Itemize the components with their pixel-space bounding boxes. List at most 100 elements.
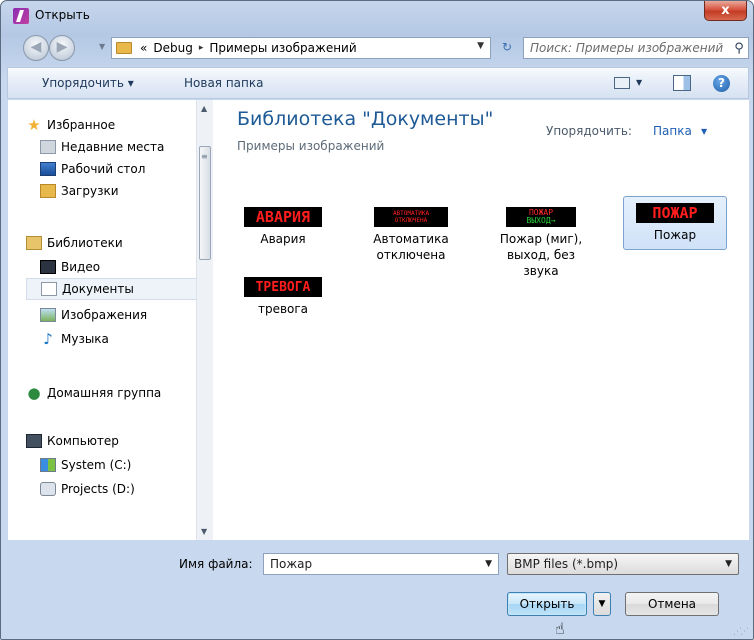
address-dropdown-icon[interactable]: ▼: [477, 41, 484, 51]
navigation-scrollbar[interactable]: ▲ ≡ ▼: [196, 100, 213, 540]
help-icon[interactable]: ?: [713, 75, 730, 92]
file-thumbnail: АВАРИЯ: [244, 207, 322, 227]
new-folder-button[interactable]: Новая папка: [184, 76, 263, 90]
sidebar-item-label: Загрузки: [61, 184, 119, 198]
navigation-pane: ★ Избранное Недавние места Рабочий стол …: [8, 100, 211, 540]
file-list-pane: Библиотека "Документы" Примеры изображен…: [213, 100, 749, 540]
sidebar-item-label: Музыка: [61, 332, 109, 346]
sidebar-item-downloads[interactable]: Загрузки: [40, 180, 119, 202]
sidebar-item-favorites[interactable]: ★ Избранное: [26, 114, 115, 136]
sidebar-item-computer[interactable]: Компьютер: [26, 430, 119, 452]
file-name: Пожар: [653, 228, 697, 242]
window-title: Открыть: [35, 8, 90, 22]
sidebar-item-label: Документы: [62, 282, 134, 296]
close-button[interactable]: x: [704, 1, 747, 21]
sidebar-item-label: Библиотеки: [47, 236, 123, 250]
thumbnail-line: ВЫХОД→: [526, 216, 556, 225]
search-icon[interactable]: ⚲: [730, 41, 748, 56]
thumbnail-line: АВТОМАТИКА: [392, 210, 430, 217]
address-bar[interactable]: « Debug ▸ Примеры изображений ▼: [111, 37, 491, 59]
thumbnail-line: ОТКЛЮЧЕНА: [394, 217, 428, 224]
library-title: Библиотека "Документы": [237, 108, 494, 130]
file-item-avariya[interactable]: АВАРИЯ Авария: [231, 200, 335, 260]
system-drive-icon: [40, 458, 56, 472]
file-item-fire-exit[interactable]: ПОЖАР ВЫХОД→ Пожар (миг), выход, без зву…: [489, 200, 593, 278]
breadcrumb-overflow[interactable]: «: [140, 41, 147, 55]
sidebar-item-label: Видео: [61, 260, 101, 274]
views-icon[interactable]: [614, 77, 630, 89]
search-box[interactable]: Поиск: Примеры изображений ⚲: [523, 37, 749, 59]
file-thumbnail: ПОЖАР: [636, 203, 714, 223]
sidebar-item-libraries[interactable]: Библиотеки: [26, 232, 123, 254]
views-dropdown-icon[interactable]: ▼: [636, 78, 642, 87]
sidebar-item-label: Изображения: [61, 308, 148, 322]
file-name: Автоматика отключена: [373, 232, 449, 262]
title-bar[interactable]: Открыть x: [1, 1, 753, 31]
file-item-pozhar[interactable]: ПОЖАР Пожар: [623, 196, 727, 250]
downloads-folder-icon: [40, 184, 56, 198]
filetype-value: BMP files (*.bmp): [514, 557, 619, 571]
forward-button[interactable]: ▶: [49, 35, 75, 61]
sidebar-item-documents[interactable]: Документы: [26, 278, 202, 300]
sidebar-item-desktop[interactable]: Рабочий стол: [40, 158, 145, 180]
file-thumbnail: ТРЕВОГА: [244, 277, 322, 297]
file-name: Пожар (миг), выход, без звука: [499, 232, 583, 278]
refresh-button[interactable]: ↻: [495, 38, 519, 58]
sidebar-item-pictures[interactable]: Изображения: [40, 304, 147, 326]
desktop-icon: [40, 162, 56, 176]
dialog-footer: Имя файла: Пожар ▼ BMP files (*.bmp) ▼ О…: [7, 541, 749, 638]
sidebar-item-label: Рабочий стол: [61, 162, 146, 176]
drive-icon: [40, 482, 56, 496]
navigation-bar: ◀ ▶ ▼ « Debug ▸ Примеры изображений ▼ ↻ …: [7, 33, 749, 63]
music-icon: ♪: [43, 330, 53, 348]
sidebar-item-label: Недавние места: [61, 140, 165, 154]
file-name: тревога: [257, 302, 309, 316]
organize-menu-button[interactable]: Упорядочить ▾: [42, 76, 134, 90]
open-button[interactable]: Открыть: [507, 592, 587, 616]
file-item-trevoga[interactable]: ТРЕВОГА тревога: [231, 270, 335, 330]
breadcrumb-debug[interactable]: Debug: [153, 41, 192, 55]
arrange-dropdown-icon[interactable]: ▼: [701, 127, 707, 136]
sidebar-item-recent-places[interactable]: Недавние места: [40, 136, 164, 158]
cancel-button[interactable]: Отмена: [625, 592, 719, 616]
filename-label: Имя файла:: [179, 557, 253, 571]
libraries-icon: [26, 236, 42, 250]
back-button[interactable]: ◀: [23, 35, 49, 61]
scrollbar-thumb[interactable]: [199, 146, 211, 260]
preview-pane-icon[interactable]: [673, 75, 691, 91]
filetype-dropdown-icon[interactable]: ▼: [725, 554, 732, 574]
scroll-down-icon[interactable]: ▼: [201, 527, 207, 536]
sidebar-item-video[interactable]: Видео: [40, 256, 100, 278]
search-input[interactable]: Поиск: Примеры изображений: [524, 41, 730, 55]
sidebar-item-label: Избранное: [47, 118, 116, 132]
documents-icon: [41, 282, 57, 296]
resize-grip-icon[interactable]: ⋰⋰: [733, 627, 749, 637]
sidebar-item-label: Projects (D:): [61, 482, 135, 496]
filename-value: Пожар: [270, 557, 313, 571]
mouse-cursor-icon: ☝: [555, 619, 565, 638]
sidebar-item-homegroup[interactable]: ● Домашняя группа: [26, 382, 161, 404]
breadcrumb: « Debug ▸ Примеры изображений: [140, 41, 357, 55]
arrange-by-dropdown[interactable]: Папка: [653, 124, 692, 138]
file-name: Авария: [260, 232, 306, 246]
folder-icon: [116, 42, 132, 54]
file-item-automatics-off[interactable]: АВТОМАТИКА ОТКЛЮЧЕНА Автоматика отключен…: [359, 200, 463, 262]
filetype-select[interactable]: BMP files (*.bmp) ▼: [507, 553, 739, 575]
pictures-icon: [40, 308, 56, 322]
star-icon: ★: [27, 116, 41, 134]
filename-dropdown-icon[interactable]: ▼: [485, 554, 492, 574]
arrange-by-label: Упорядочить:: [546, 124, 632, 138]
open-options-dropdown[interactable]: ▼: [593, 592, 611, 616]
sidebar-item-drive-d[interactable]: Projects (D:): [40, 478, 135, 500]
sidebar-item-music[interactable]: ♪ Музыка: [40, 328, 109, 350]
recent-pages-dropdown[interactable]: ▼: [99, 42, 105, 51]
breadcrumb-examples[interactable]: Примеры изображений: [209, 41, 356, 55]
scroll-up-icon[interactable]: ▲: [201, 104, 207, 113]
filename-field[interactable]: Пожар ▼: [263, 553, 499, 575]
sidebar-item-drive-c[interactable]: System (C:): [40, 454, 131, 476]
app-icon: [13, 8, 29, 24]
scrollbar-grip-icon: ≡: [201, 152, 208, 161]
command-toolbar: Упорядочить ▾ Новая папка ▼ ?: [7, 67, 749, 99]
sidebar-item-label: Компьютер: [47, 434, 119, 448]
breadcrumb-separator-icon[interactable]: ▸: [199, 41, 204, 55]
